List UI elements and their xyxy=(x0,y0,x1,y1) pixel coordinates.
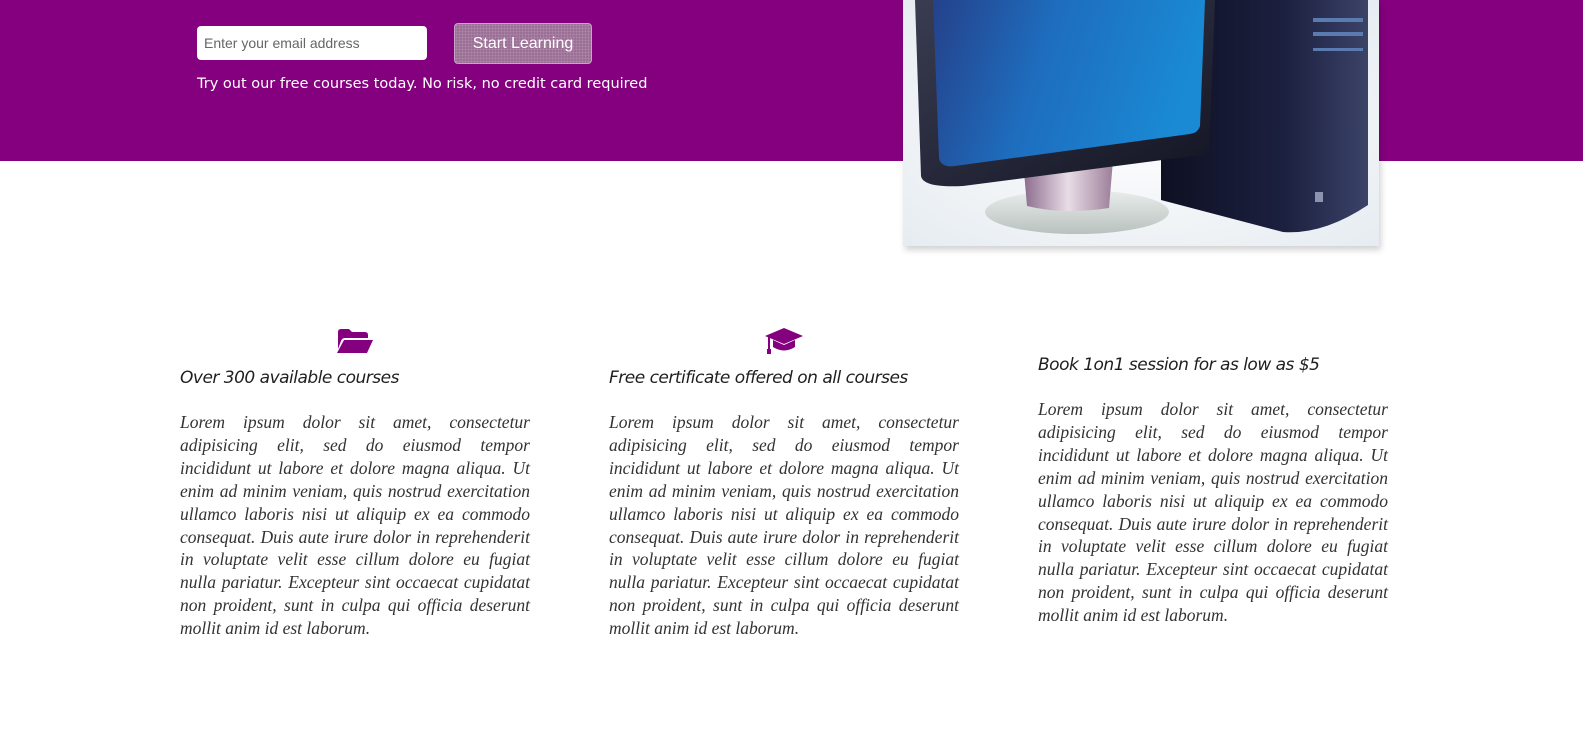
graduation-cap-icon xyxy=(764,326,804,356)
feature-description: Lorem ipsum dolor sit amet, consectetur … xyxy=(609,412,959,639)
feature-title: Free certificate offered on all courses xyxy=(609,368,908,388)
landing-page: Start Learning Try out our free courses … xyxy=(0,0,1583,732)
feature-title: Over 300 available courses xyxy=(180,368,399,388)
feature-description: Lorem ipsum dolor sit amet, consectetur … xyxy=(1038,399,1388,626)
feature-title: Book 1on1 session for as low as $5 xyxy=(1038,355,1320,375)
feature-description: Lorem ipsum dolor sit amet, consectetur … xyxy=(180,412,530,639)
folder-open-icon xyxy=(335,326,375,356)
features-section: Over 300 available courses Lorem ipsum d… xyxy=(0,0,1583,732)
